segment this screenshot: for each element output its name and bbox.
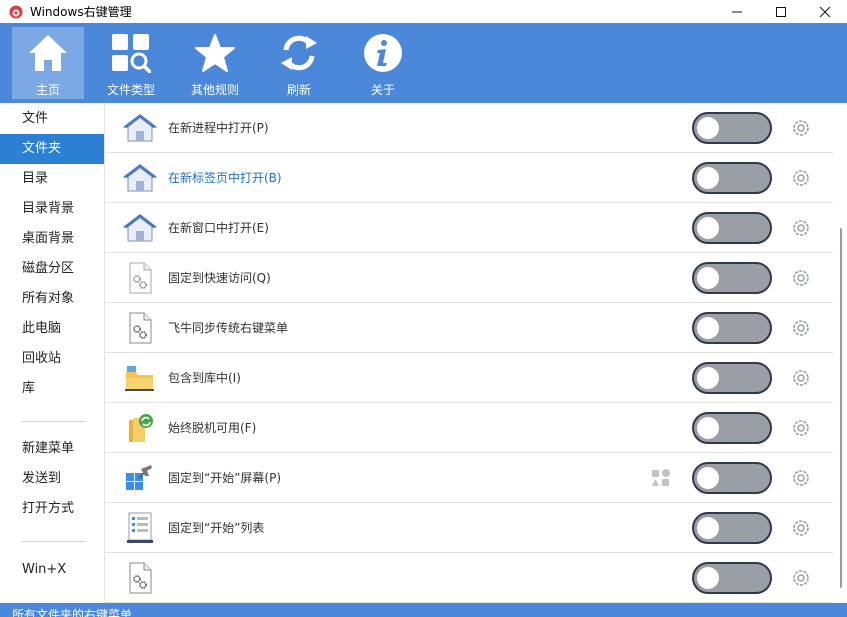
status-bar: 所有文件夹的右键菜单	[0, 603, 847, 617]
toolbar-home-button[interactable]: 主页	[12, 27, 84, 99]
context-menu-list: 在新进程中打开(P) 在新标签页中打开(B) 在新窗口中打开(E) 固定到快速访…	[105, 103, 833, 603]
minimize-icon	[732, 11, 742, 12]
house-icon	[123, 212, 157, 244]
gear-icon[interactable]	[791, 568, 811, 588]
sync-folder-icon	[123, 412, 157, 444]
shapes-icon	[652, 469, 670, 486]
enable-toggle[interactable]	[692, 262, 772, 294]
enable-toggle[interactable]	[692, 512, 772, 544]
toolbar-about-button[interactable]: 关于	[347, 27, 419, 99]
enable-toggle[interactable]	[692, 562, 772, 594]
toolbar-refresh-button[interactable]: 刷新	[263, 27, 335, 99]
gear-icon[interactable]	[791, 318, 811, 338]
file-type-icon	[109, 31, 153, 75]
sidebar-item-directory[interactable]: 目录	[0, 164, 104, 194]
gear-icon[interactable]	[791, 368, 811, 388]
list-item: 固定到“开始”屏幕(P)	[105, 453, 833, 503]
list-item	[105, 553, 833, 603]
status-text: 所有文件夹的右键菜单	[12, 608, 133, 617]
sidebar-item-open-with[interactable]: 打开方式	[0, 494, 104, 524]
pin-start-icon	[123, 462, 157, 494]
list-item: 在新进程中打开(P)	[105, 103, 833, 153]
sidebar-item-all-objects[interactable]: 所有对象	[0, 284, 104, 314]
sidebar-separator	[22, 541, 86, 542]
list-item: 在新标签页中打开(B)	[105, 153, 833, 203]
sidebar-item-folder[interactable]: 文件夹	[0, 134, 104, 164]
row-label: 在新进程中打开(P)	[168, 121, 269, 135]
enable-toggle[interactable]	[692, 162, 772, 194]
gear-icon[interactable]	[791, 268, 811, 288]
maximize-icon	[776, 6, 786, 17]
title-bar: Windows右键管理	[0, 0, 847, 23]
gear-icon[interactable]	[791, 218, 811, 238]
list-item: 固定到快速访问(Q)	[105, 253, 833, 303]
enable-toggle[interactable]	[692, 362, 772, 394]
list-item: 始终脱机可用(F)	[105, 403, 833, 453]
window-title: Windows右键管理	[30, 5, 132, 19]
enable-toggle[interactable]	[692, 312, 772, 344]
star-icon	[193, 31, 237, 75]
enable-toggle[interactable]	[692, 412, 772, 444]
house-icon	[123, 112, 157, 144]
main-toolbar: 主页 文件类型 其他规则 刷新 关于	[0, 23, 847, 103]
sidebar-item-win-x[interactable]: Win+X	[0, 555, 104, 585]
settings-file-icon	[123, 262, 157, 294]
settings-file-icon	[123, 312, 157, 344]
sidebar-item-library[interactable]: 库	[0, 374, 104, 404]
toolbar-label: 文件类型	[106, 83, 155, 97]
home-icon	[26, 31, 70, 75]
list-item: 包含到库中(I)	[105, 353, 833, 403]
close-button[interactable]	[803, 0, 847, 23]
row-label: 在新标签页中打开(B)	[168, 171, 282, 185]
scrollbar-thumb[interactable]	[840, 228, 842, 588]
sidebar-item-disk-partition[interactable]: 磁盘分区	[0, 254, 104, 284]
list-item: 在新窗口中打开(E)	[105, 203, 833, 253]
minimize-button[interactable]	[715, 0, 759, 23]
enable-toggle[interactable]	[692, 462, 772, 494]
sidebar-separator	[22, 421, 86, 422]
list-item: 飞牛同步传统右键菜单	[105, 303, 833, 353]
sidebar-item-recycle-bin[interactable]: 回收站	[0, 344, 104, 374]
toolbar-label: 关于	[370, 83, 395, 97]
refresh-icon	[277, 31, 321, 75]
close-icon	[819, 6, 831, 17]
library-folder-icon	[123, 362, 157, 394]
gear-icon[interactable]	[791, 118, 811, 138]
start-list-icon	[123, 512, 157, 544]
row-label: 固定到快速访问(Q)	[168, 271, 271, 285]
toolbar-file-type-button[interactable]: 文件类型	[95, 27, 167, 99]
app-icon	[8, 4, 24, 20]
sidebar-item-new-menu[interactable]: 新建菜单	[0, 434, 104, 464]
gear-icon[interactable]	[791, 418, 811, 438]
row-label: 固定到“开始”列表	[168, 521, 265, 535]
sidebar-item-this-pc[interactable]: 此电脑	[0, 314, 104, 344]
vertical-scrollbar[interactable]	[833, 103, 847, 603]
house-icon	[123, 162, 157, 194]
sidebar-item-file[interactable]: 文件	[0, 104, 104, 134]
info-icon	[361, 31, 405, 75]
gear-icon[interactable]	[791, 168, 811, 188]
toolbar-label: 刷新	[286, 83, 311, 97]
toolbar-label: 主页	[35, 83, 60, 97]
settings-file-icon	[123, 562, 157, 594]
gear-icon[interactable]	[791, 518, 811, 538]
row-label: 固定到“开始”屏幕(P)	[168, 471, 282, 485]
row-label: 飞牛同步传统右键菜单	[168, 321, 289, 335]
sidebar-item-send-to[interactable]: 发送到	[0, 464, 104, 494]
sidebar-item-desktop-background[interactable]: 桌面背景	[0, 224, 104, 254]
row-label: 在新窗口中打开(E)	[168, 221, 269, 235]
list-item: 固定到“开始”列表	[105, 503, 833, 553]
maximize-button[interactable]	[759, 0, 803, 23]
enable-toggle[interactable]	[692, 212, 772, 244]
sidebar-item-directory-background[interactable]: 目录背景	[0, 194, 104, 224]
enable-toggle[interactable]	[692, 112, 772, 144]
toolbar-label: 其他规则	[190, 83, 239, 97]
sidebar: 文件 文件夹 目录 目录背景 桌面背景 磁盘分区 所有对象 此电脑 回收站 库 …	[0, 103, 104, 603]
row-label: 包含到库中(I)	[168, 371, 241, 385]
toolbar-other-rules-button[interactable]: 其他规则	[179, 27, 251, 99]
gear-icon[interactable]	[791, 468, 811, 488]
row-label: 始终脱机可用(F)	[168, 421, 257, 435]
